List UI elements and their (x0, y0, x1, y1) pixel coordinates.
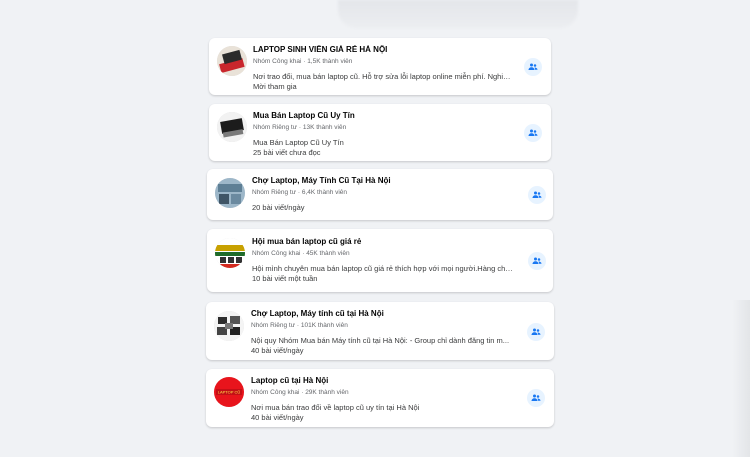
group-avatar[interactable] (215, 178, 245, 208)
group-description: Nơi trao đổi, mua bán laptop cũ. Hỗ trợ … (253, 72, 511, 81)
group-title[interactable]: Laptop cũ tại Hà Nội (251, 376, 514, 386)
right-edge-shadow (732, 300, 750, 457)
group-logo-text: LAPTOP CŨ (218, 390, 241, 395)
group-description: Hội mình chuyên mua bán laptop cũ giá rẻ… (252, 264, 513, 273)
group-activity: Mời tham gia (253, 82, 297, 91)
group-title[interactable]: Hội mua bán laptop cũ giá rẻ (252, 237, 513, 247)
join-group-button[interactable] (527, 389, 545, 407)
join-group-button[interactable] (524, 124, 542, 142)
group-meta: Nhóm Công khai · 1,5K thành viên (253, 58, 353, 65)
group-description: Mua Bán Laptop Cũ Uy Tín (253, 138, 344, 147)
group-meta: Nhóm Riêng tư · 6,4K thành viên (252, 189, 348, 196)
group-title[interactable]: Mua Bán Laptop Cũ Uy Tín (253, 111, 511, 121)
group-activity: 25 bài viết chưa đọc (253, 148, 321, 157)
group-avatar[interactable]: LAPTOP CŨ (214, 377, 244, 407)
people-icon (528, 129, 538, 136)
people-icon (532, 257, 542, 264)
join-group-button[interactable] (528, 252, 546, 270)
join-group-button[interactable] (527, 323, 545, 341)
group-description: Nơi mua bán trao đổi về laptop cũ uy tín… (251, 403, 420, 412)
group-meta: Nhóm Công khai · 45K thành viên (252, 250, 350, 257)
people-icon (531, 394, 541, 401)
group-activity: 20 bài viết/ngày (252, 203, 305, 212)
group-card[interactable]: Hội mua bán laptop cũ giá rẻ Nhóm Công k… (207, 229, 553, 292)
group-meta: Nhóm Riêng tư · 101K thành viên (251, 322, 348, 329)
top-shadow (338, 0, 578, 28)
people-icon (531, 328, 541, 335)
group-avatar[interactable] (217, 112, 247, 142)
group-avatar[interactable] (215, 238, 245, 268)
join-group-button[interactable] (528, 186, 546, 204)
group-card[interactable]: Chợ Laptop, Máy tính cũ tại Hà Nội Nhóm … (206, 302, 554, 360)
group-meta: Nhóm Riêng tư · 13K thành viên (253, 124, 347, 131)
group-card[interactable]: LAPTOP CŨ Laptop cũ tại Hà Nội Nhóm Công… (206, 369, 554, 427)
group-card[interactable]: Mua Bán Laptop Cũ Uy Tín Nhóm Riêng tư ·… (209, 104, 551, 161)
group-title[interactable]: Chợ Laptop, Máy Tính Cũ Tại Hà Nội (252, 176, 513, 186)
people-icon (532, 191, 542, 198)
group-meta: Nhóm Công khai · 29K thành viên (251, 389, 349, 396)
group-card[interactable]: Chợ Laptop, Máy Tính Cũ Tại Hà Nội Nhóm … (207, 169, 553, 220)
group-activity: 40 bài viết/ngày (251, 346, 304, 355)
group-activity: 10 bài viết một tuần (252, 274, 318, 283)
group-title[interactable]: LAPTOP SINH VIÊN GIÁ RẺ HÀ NỘI (253, 45, 511, 55)
group-description: Nội quy Nhóm Mua bán Máy tính cũ tại Hà … (251, 336, 510, 345)
join-group-button[interactable] (524, 58, 542, 76)
people-icon (528, 63, 538, 70)
group-card[interactable]: LAPTOP SINH VIÊN GIÁ RẺ HÀ NỘI Nhóm Công… (209, 38, 551, 95)
group-avatar[interactable] (214, 311, 244, 341)
group-avatar[interactable] (217, 46, 247, 76)
group-title[interactable]: Chợ Laptop, Máy tính cũ tại Hà Nội (251, 309, 514, 319)
group-activity: 40 bài viết/ngày (251, 413, 304, 422)
